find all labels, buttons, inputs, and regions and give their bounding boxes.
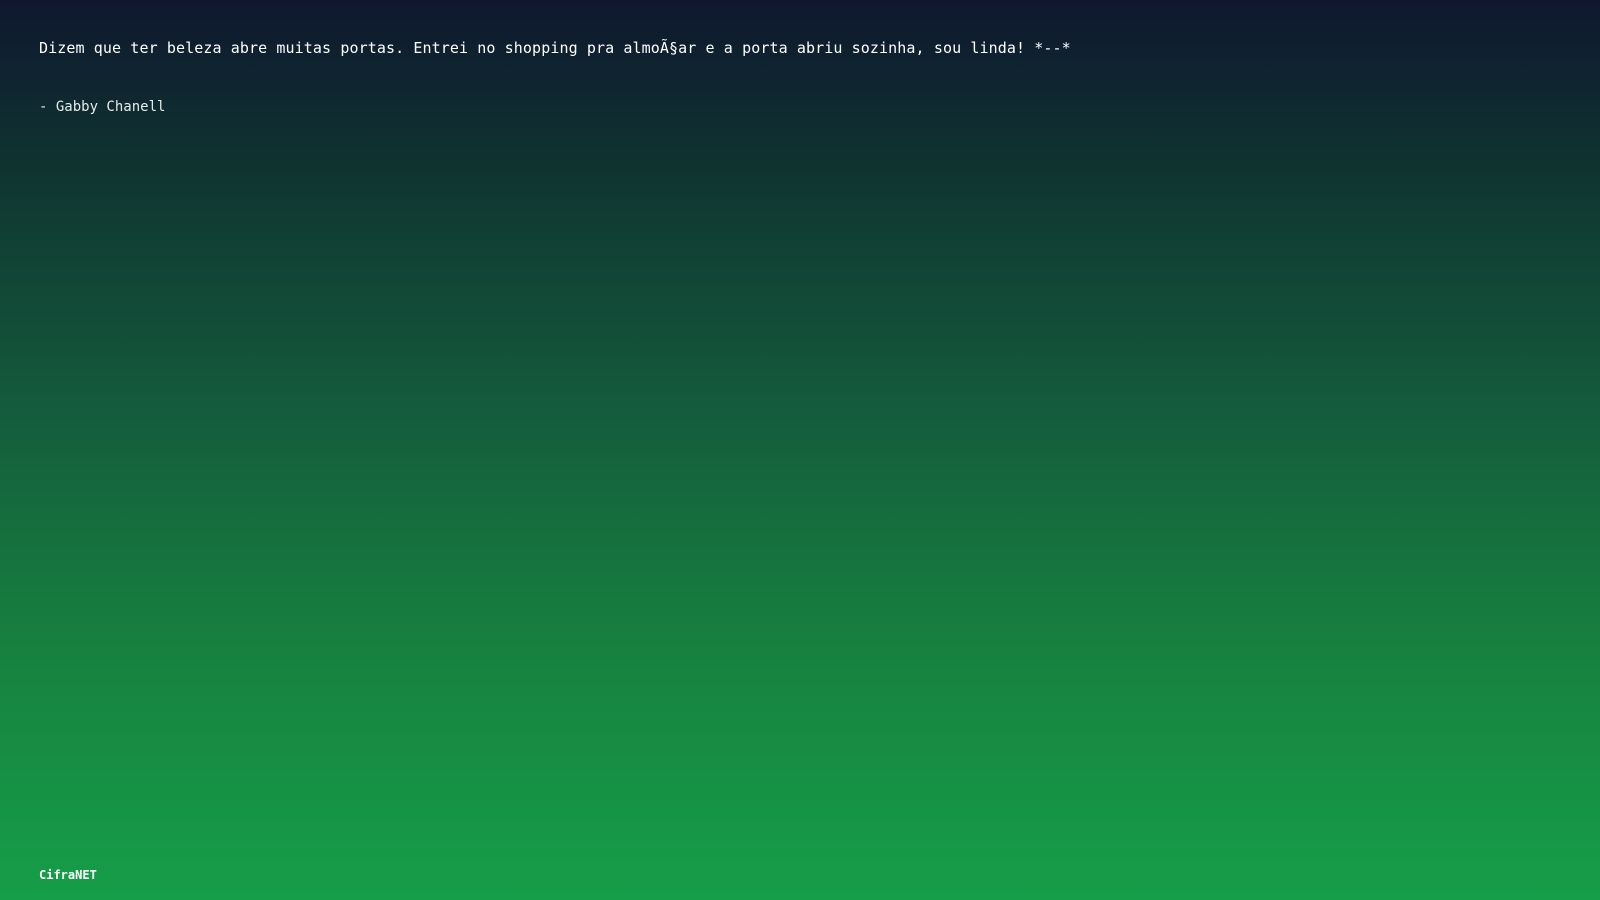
quote-text: Dizem que ter beleza abre muitas portas.… bbox=[39, 39, 1071, 57]
page-root: { "quote": { "text": "Dizem que ter bele… bbox=[0, 0, 1600, 900]
brand-logo-text: CifraNET bbox=[39, 868, 97, 882]
quote-author: - Gabby Chanell bbox=[39, 99, 166, 115]
